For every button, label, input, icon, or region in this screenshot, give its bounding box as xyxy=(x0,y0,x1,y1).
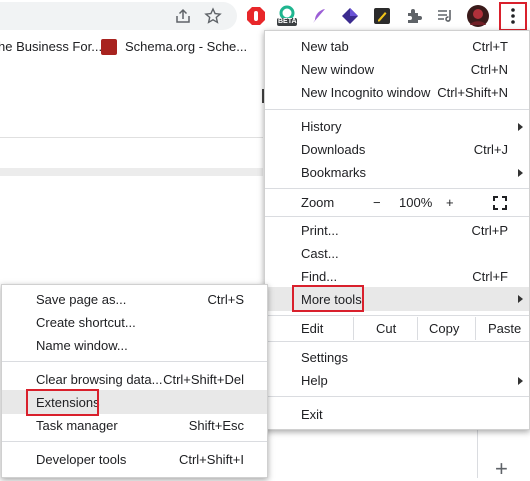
menu-item-cast[interactable]: Cast... xyxy=(265,242,529,265)
menu-separator xyxy=(265,315,529,316)
menu-item-label: New window xyxy=(301,62,374,77)
cut-button[interactable]: Cut xyxy=(376,321,396,336)
bookmark-schema-org[interactable]: Schema.org - Sche... xyxy=(125,39,247,54)
menu-item-create-shortcut[interactable]: Create shortcut... xyxy=(2,311,267,334)
menu-item-save-page[interactable]: Save page as... Ctrl+S xyxy=(2,288,267,311)
menu-separator xyxy=(265,188,529,189)
menu-item-shortcut: Ctrl+J xyxy=(473,142,508,157)
beta-extension-icon[interactable]: BETA xyxy=(275,4,299,28)
zoom-out-button[interactable]: − xyxy=(373,195,381,210)
menu-separator xyxy=(265,396,529,397)
menu-item-label: New tab xyxy=(301,39,349,54)
menu-item-label: Help xyxy=(301,373,328,388)
divider xyxy=(477,430,478,478)
menu-item-shortcut: Ctrl+N xyxy=(470,62,508,77)
menu-item-shortcut: Ctrl+F xyxy=(472,269,508,284)
menu-item-shortcut: Ctrl+Shift+N xyxy=(437,85,508,100)
divider xyxy=(353,317,354,340)
menu-item-edit: Edit Cut Copy Paste xyxy=(265,317,529,340)
menu-item-label: Print... xyxy=(301,223,339,238)
divider xyxy=(417,317,418,340)
menu-item-label: New Incognito window xyxy=(301,85,431,100)
star-icon[interactable] xyxy=(201,4,225,28)
menu-item-label: Task manager xyxy=(36,418,118,433)
chrome-main-menu: New tab Ctrl+T New window Ctrl+N New Inc… xyxy=(264,30,530,430)
share-icon[interactable] xyxy=(171,4,195,28)
menu-item-shortcut: Ctrl+Shift+I xyxy=(178,452,244,467)
menu-item-label: Exit xyxy=(301,407,323,422)
more-menu-highlight xyxy=(499,2,527,31)
divider xyxy=(0,137,263,138)
menu-item-bookmarks[interactable]: Bookmarks xyxy=(265,161,529,184)
menu-item-new-window[interactable]: New window Ctrl+N xyxy=(265,58,529,81)
menu-item-label: Edit xyxy=(301,321,324,336)
submenu-arrow-icon xyxy=(518,123,523,131)
menu-item-developer-tools[interactable]: Developer tools Ctrl+Shift+I xyxy=(2,448,267,471)
menu-separator xyxy=(2,441,267,442)
menu-item-label: Bookmarks xyxy=(301,165,367,180)
pen-extension-icon[interactable] xyxy=(370,4,394,28)
beta-badge: BETA xyxy=(278,18,297,25)
menu-separator xyxy=(265,341,529,342)
feather-extension-icon[interactable] xyxy=(307,4,331,28)
menu-item-shortcut: Ctrl+S xyxy=(207,292,244,307)
copy-button[interactable]: Copy xyxy=(429,321,459,336)
more-tools-highlight xyxy=(292,285,364,312)
menu-item-label: Developer tools xyxy=(36,452,127,467)
menu-item-label: Find... xyxy=(301,269,338,284)
divider xyxy=(475,317,476,340)
submenu-arrow-icon xyxy=(518,295,523,303)
menu-item-shortcut: Shift+Esc xyxy=(188,418,244,433)
menu-item-settings[interactable]: Settings xyxy=(265,346,529,369)
menu-separator xyxy=(265,216,529,217)
menu-item-new-tab[interactable]: New tab Ctrl+T xyxy=(265,35,529,58)
menu-item-label: Name window... xyxy=(36,338,128,353)
menu-item-shortcut: Ctrl+T xyxy=(472,39,508,54)
menu-item-exit[interactable]: Exit xyxy=(265,403,529,426)
menu-item-label: Zoom xyxy=(301,195,335,210)
menu-item-shortcut: Ctrl+Shift+Del xyxy=(163,372,244,387)
page-band xyxy=(0,168,263,176)
menu-item-label: Downloads xyxy=(301,142,366,157)
add-button[interactable]: + xyxy=(495,458,508,480)
menu-item-task-manager[interactable]: Task manager Shift+Esc xyxy=(2,414,267,437)
browser-toolbar: BETA xyxy=(0,0,530,32)
reading-list-icon[interactable] xyxy=(433,4,457,28)
schema-org-favicon xyxy=(101,39,117,55)
menu-item-clear-browsing-data[interactable]: Clear browsing data... Ctrl+Shift+Del xyxy=(2,368,267,391)
menu-item-label: Save page as... xyxy=(36,292,127,307)
submenu-arrow-icon xyxy=(518,377,523,385)
menu-item-label: History xyxy=(301,119,342,134)
purple-cube-extension-icon[interactable] xyxy=(338,4,362,28)
menu-separator xyxy=(265,109,529,110)
profile-avatar[interactable] xyxy=(466,4,490,28)
puzzle-extensions-icon[interactable] xyxy=(402,4,426,28)
submenu-arrow-icon xyxy=(518,169,523,177)
menu-item-shortcut: Ctrl+P xyxy=(471,223,508,238)
fullscreen-icon[interactable] xyxy=(493,196,507,213)
adblock-extension-icon[interactable] xyxy=(244,4,268,28)
menu-item-label: Cast... xyxy=(301,246,339,261)
paste-button[interactable]: Paste xyxy=(488,321,521,336)
zoom-level: 100% xyxy=(399,195,433,210)
menu-item-help[interactable]: Help xyxy=(265,369,529,392)
bookmark-business-form[interactable]: he Business For... xyxy=(0,39,102,54)
menu-item-label: Settings xyxy=(301,350,348,365)
menu-item-label: Clear browsing data... xyxy=(36,372,163,387)
menu-item-label: Create shortcut... xyxy=(36,315,136,330)
menu-item-new-incognito[interactable]: New Incognito window Ctrl+Shift+N xyxy=(265,81,529,104)
menu-item-name-window[interactable]: Name window... xyxy=(2,334,267,357)
extensions-highlight xyxy=(26,389,99,416)
zoom-in-button[interactable]: + xyxy=(446,195,454,210)
menu-item-zoom: Zoom − 100% + xyxy=(265,191,529,214)
menu-separator xyxy=(2,361,267,362)
more-tools-submenu: Save page as... Ctrl+S Create shortcut..… xyxy=(1,284,268,478)
menu-item-history[interactable]: History xyxy=(265,115,529,138)
menu-item-print[interactable]: Print... Ctrl+P xyxy=(265,219,529,242)
menu-item-downloads[interactable]: Downloads Ctrl+J xyxy=(265,138,529,161)
